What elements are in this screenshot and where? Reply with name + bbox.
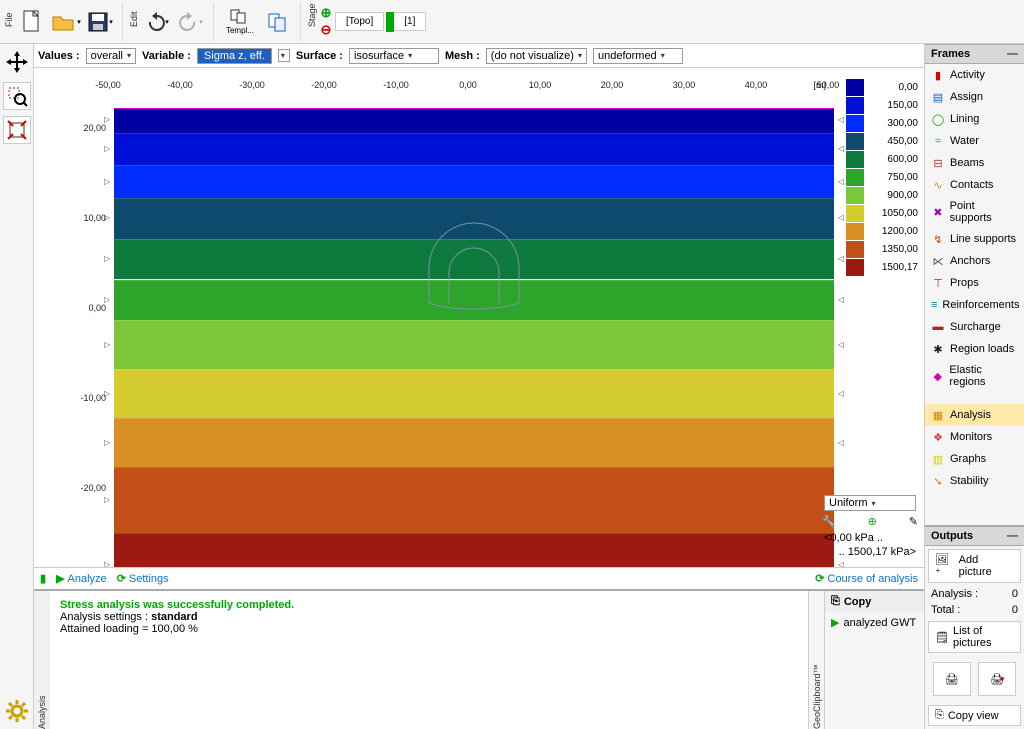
out-total-label: Total : [931,604,960,616]
frames-list: ▮Activity▤Assign◯Lining≈Water⊟Beams∿Cont… [925,64,1024,525]
frame-elastic-regions[interactable]: ◆Elastic regions [925,360,1024,392]
values-dropdown[interactable]: overall [86,48,136,64]
frame-anchors[interactable]: ⋉Anchors [925,250,1024,272]
course-of-analysis-button[interactable]: ⟳Course of analysis [815,572,918,585]
frame-props[interactable]: ⊤Props [925,272,1024,294]
save-file-button[interactable]: ▾ [84,4,116,40]
frame-monitors[interactable]: ❖Monitors [925,426,1024,448]
status-ok-text: Stress analysis was successfully complet… [60,599,798,611]
range-lo: <0,00 kPa .. [822,531,918,545]
copy-header: Copy [844,596,872,608]
new-file-button[interactable] [16,4,48,40]
print-button-2[interactable]: 🖨▾ [978,662,1016,696]
legend-setting-1[interactable]: 🔧 [822,515,836,528]
settings-gear-button[interactable] [3,697,31,725]
pan-tool[interactable] [3,48,31,76]
stress-plot: ▷◁▷◁▷◁▷◁▷◁▷◁▷◁▷◁▷◁▷◁▷◁ [114,108,834,567]
out-total-val: 0 [1012,604,1018,616]
copy-stage-button[interactable] [262,4,294,40]
values-label: Values : [38,50,80,62]
legend-controls: Uniform 🔧 ⊕ ✎ <0,00 kPa .. .. 1500,17 kP… [822,494,918,559]
message-body: Stress analysis was successfully complet… [50,591,808,729]
analysis-actions-bar: ▮ ▶Analyze ⟳Settings ⟳Course of analysis [34,567,924,589]
frame-reinforcements[interactable]: ≡Reinforcements [925,294,1024,316]
outputs-minimize[interactable]: ― [1007,530,1018,542]
edit-label: Edit [129,17,139,27]
remove-stage-button[interactable]: ⊖ [319,22,333,38]
frames-title: Frames [931,48,970,60]
ruler-vertical: 20,0010,000,00-10,00-20,00-30,00 [82,108,108,557]
copy-view-button[interactable]: ⎘Copy view [928,705,1021,726]
variable-dropdown[interactable]: Sigma z, eff. [197,48,272,64]
surface-dropdown[interactable]: isosurface [349,48,439,64]
redo-button[interactable]: ▾ [175,4,207,40]
zoom-region-tool[interactable] [3,82,31,110]
scale-mode-dropdown[interactable]: Uniform [824,495,916,511]
legend-setting-3[interactable]: ✎ [909,515,918,528]
copy-analyzed-gwt[interactable]: ▶analyzed GWT [825,612,924,633]
frame-region-loads[interactable]: ✱Region loads [925,338,1024,360]
frame-stability[interactable]: ➘Stability [925,470,1024,492]
analysis-side-label: Analysis [37,719,47,729]
frame-point-supports[interactable]: ✖Point supports [925,196,1024,228]
color-legend: 0,00150,00300,00450,00600,00750,00900,00… [832,78,918,276]
out-analysis-label: Analysis : [931,588,978,600]
surface-label: Surface : [296,50,343,62]
mesh-dropdown[interactable]: (do not visualize) [486,48,587,64]
fit-view-tool[interactable] [3,116,31,144]
add-stage-button[interactable]: ⊕ [319,5,333,21]
legend-setting-2[interactable]: ⊕ [868,515,877,528]
frame-analysis[interactable]: ▦Analysis [925,404,1024,426]
frame-graphs[interactable]: ▥Graphs [925,448,1024,470]
message-area: Analysis Stress analysis was successfull… [34,589,924,729]
add-picture-button[interactable]: 🖼⁺Add picture [928,549,1021,583]
outputs-title: Outputs [931,530,973,542]
print-button-1[interactable]: 🖨 [933,662,971,696]
main-toolbar: File ▾ ▾ Edit ▾ ▾ Templ... Stage ⊕ ⊖ [To… [0,0,1024,44]
open-file-button[interactable]: ▾ [50,4,82,40]
ruler-horizontal: -50,00-40,00-30,00-20,00-10,000,0010,002… [108,80,914,98]
mesh-label: Mesh : [445,50,480,62]
frame-contacts[interactable]: ∿Contacts [925,174,1024,196]
geoclipboard-label: GeoClipboard™ [812,719,822,729]
frame-water[interactable]: ≈Water [925,130,1024,152]
variable-dropdown-arrow[interactable] [278,49,290,62]
undo-button[interactable]: ▾ [141,4,173,40]
range-hi: .. 1500,17 kPa> [822,545,918,559]
copy-icon: ⎘ [831,595,840,608]
right-panel: Frames ― ▮Activity▤Assign◯Lining≈Water⊟Be… [924,44,1024,729]
frame-activity[interactable]: ▮Activity [925,64,1024,86]
frames-minimize[interactable]: ― [1007,48,1018,60]
frame-beams[interactable]: ⊟Beams [925,152,1024,174]
frame-lining[interactable]: ◯Lining [925,108,1024,130]
copy-column: ⎘ Copy ▶analyzed GWT [824,591,924,729]
frame-surcharge[interactable]: ▬Surcharge [925,316,1024,338]
bar-marker-icon: ▮ [40,572,46,585]
deform-dropdown[interactable]: undeformed [593,48,683,64]
analysis-settings-button[interactable]: ⟳Settings [117,572,169,585]
variable-label: Variable : [142,50,191,62]
analysis-canvas[interactable]: -50,00-40,00-30,00-20,00-10,000,0010,002… [34,68,924,567]
templates-button[interactable]: Templ... [220,4,260,40]
view-tools [0,44,34,729]
analyze-button[interactable]: ▶Analyze [56,572,107,585]
frame-assign[interactable]: ▤Assign [925,86,1024,108]
ruler-unit: [m] [814,80,827,90]
params-bar: Values : overall Variable : Sigma z, eff… [34,44,924,68]
stage-label: Stage [307,17,317,27]
frame-line-supports[interactable]: ↯Line supports [925,228,1024,250]
tab-stage-1[interactable]: [1] [386,12,426,32]
out-analysis-val: 0 [1012,588,1018,600]
tab-topo[interactable]: [Topo] [335,12,384,31]
list-pictures-button[interactable]: 🗒List of pictures [928,621,1021,653]
file-label: File [4,17,14,27]
